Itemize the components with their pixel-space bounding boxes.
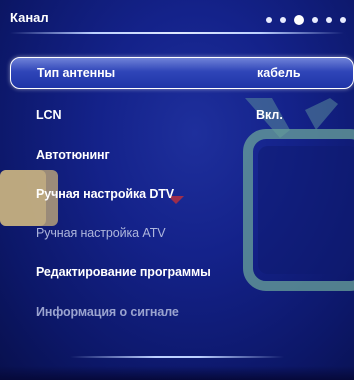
menu-item-label: Автотюнинг xyxy=(36,148,110,162)
header-bar: Канал xyxy=(6,4,346,30)
menu-item-autotuning[interactable]: Автотюнинг xyxy=(10,138,352,174)
page-dot-4 xyxy=(312,17,318,23)
menu-item-lcn[interactable]: LCN Вкл. xyxy=(10,98,352,134)
menu-item-label: Редактирование программы xyxy=(36,265,211,279)
bottom-shade xyxy=(0,366,354,380)
page-title: Канал xyxy=(10,10,49,25)
menu-item-label: LCN xyxy=(36,108,62,122)
divider-bottom xyxy=(70,356,284,358)
menu-item-label: Информация о сигнале xyxy=(36,305,179,319)
divider-top xyxy=(10,32,344,34)
menu-item-signal-info[interactable]: Информация о сигнале xyxy=(10,295,352,331)
menu-item-antenna-type[interactable]: Тип антенны кабель xyxy=(10,57,354,89)
page-dot-2 xyxy=(280,17,286,23)
menu-item-label: Ручная настройка DTV xyxy=(36,187,175,201)
menu-item-value: кабель xyxy=(257,66,301,80)
menu-item-manual-dtv[interactable]: Ручная настройка DTV xyxy=(10,177,352,213)
page-indicator xyxy=(266,15,346,25)
menu-item-value: Вкл. xyxy=(256,108,283,122)
menu-item-manual-atv[interactable]: Ручная настройка ATV xyxy=(10,216,352,252)
menu-item-label: Тип антенны xyxy=(37,66,116,80)
page-dot-5 xyxy=(326,17,332,23)
page-dot-6 xyxy=(340,17,346,23)
menu-item-label: Ручная настройка ATV xyxy=(36,226,166,240)
page-dot-3 xyxy=(294,15,304,25)
page-dot-1 xyxy=(266,17,272,23)
menu-item-program-edit[interactable]: Редактирование программы xyxy=(10,255,352,291)
